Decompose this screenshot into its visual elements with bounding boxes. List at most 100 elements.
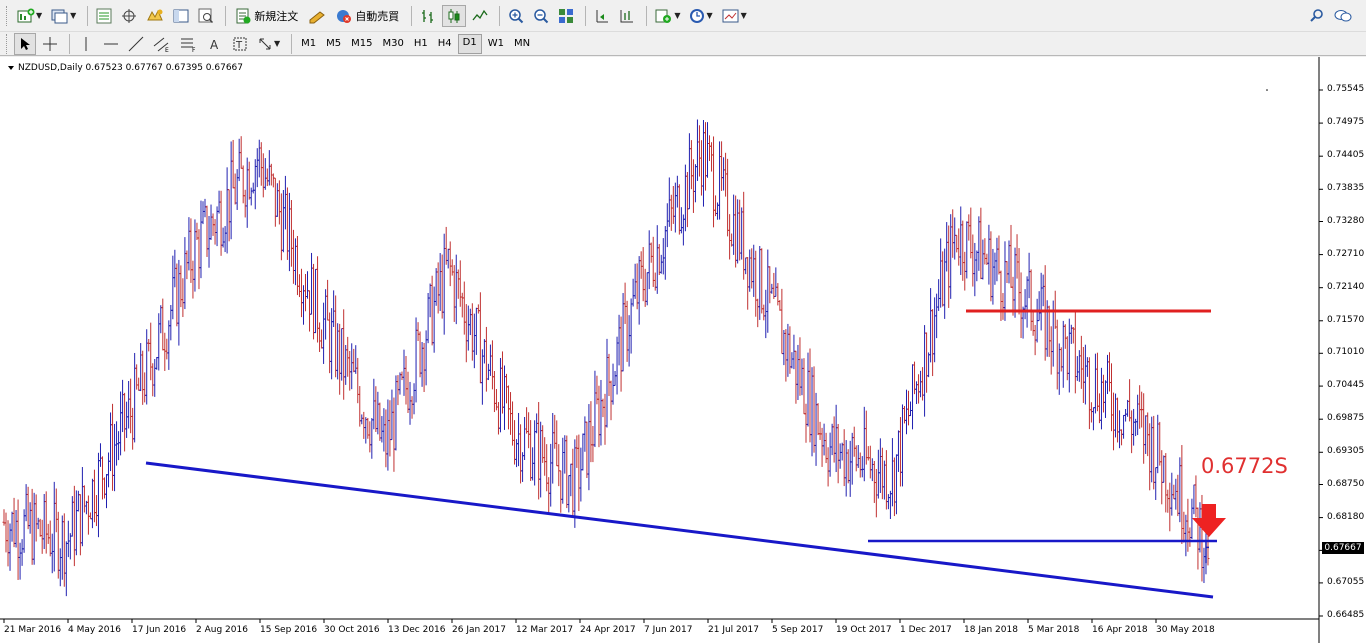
descending-support-trendline [145,461,1214,599]
fibonacci-icon[interactable]: F [177,33,201,55]
current-price-label: 0.67667 [1322,542,1364,554]
time-tick-label: 16 Apr 2018 [1092,625,1148,635]
separator [69,33,70,54]
price-tick-label: 0.66485 [1327,610,1365,620]
new-order-label: 新規注文 [254,9,299,23]
price-tick-label: 0.70445 [1327,380,1365,391]
price-tick-label: 0.69875 [1327,413,1365,424]
svg-text:F: F [192,47,196,52]
separator [87,5,89,26]
time-tick-label: 21 Jul 2017 [708,625,759,635]
timeframe-mn[interactable]: MN [510,35,534,53]
text-label-icon[interactable]: T [229,33,251,55]
timeframe-bar: M1 M5 M15 M30 H1 H4 D1 W1 MN [297,33,536,54]
drawing-toolbar: E F A T ▼ M1 M5 M15 M30 H1 H4 D1 W1 MN [0,32,1366,56]
line-chart-icon[interactable] [469,5,491,27]
templates-icon[interactable]: ▼ [719,5,750,27]
separator [411,5,413,26]
collapse-triangle-icon[interactable] [8,65,14,70]
timeframe-m30[interactable]: M30 [379,35,408,53]
tile-windows-icon[interactable] [555,5,577,27]
svg-text:A: A [210,38,219,51]
new-chart-icon[interactable]: ▼ [14,5,45,27]
profiles-icon[interactable]: ▼ [48,5,79,27]
time-tick-label: 5 Mar 2018 [1028,625,1080,635]
price-annotation: 0.6772S [1201,454,1288,478]
time-tick-label: 4 May 2016 [68,625,121,635]
separator [499,5,501,26]
time-tick-label: 13 Dec 2016 [388,625,446,635]
new-order-button[interactable]: 新規注文 [231,5,302,27]
price-tick-label: 0.68180 [1327,511,1365,522]
search-icon[interactable] [1306,5,1328,27]
timeframe-d1[interactable]: D1 [457,33,482,54]
zoom-out-icon[interactable] [530,5,552,27]
price-tick-label: 0.71570 [1327,314,1365,325]
time-tick-label: 24 Apr 2017 [580,625,636,635]
vertical-line-icon[interactable] [75,33,97,55]
time-tick-label: 5 Sep 2017 [772,625,824,635]
toolbar-grip[interactable] [6,5,10,26]
svg-text:E: E [165,47,169,52]
price-tick-label: 0.72710 [1327,248,1365,259]
price-tick-label: 0.74405 [1327,150,1365,161]
time-tick-label: 2 Aug 2016 [196,625,248,635]
navigator-icon[interactable] [143,5,167,27]
auto-trading-label: 自動売買 [355,9,400,23]
chart-canvas[interactable] [0,57,1366,643]
timeframe-m15[interactable]: M15 [347,35,376,53]
time-tick-label: 15 Sep 2016 [260,625,318,635]
separator [646,5,648,26]
chart-shift-icon[interactable] [591,5,613,27]
price-tick-label: 0.74975 [1327,117,1365,128]
timeframe-h1[interactable]: H1 [410,35,432,53]
zoom-in-icon[interactable] [505,5,527,27]
timeframe-w1[interactable]: W1 [484,35,508,53]
timeframe-h4[interactable]: H4 [434,35,456,53]
price-chart[interactable]: NZDUSD,Daily 0.67523 0.67767 0.67395 0.6… [0,57,1366,643]
timeframe-m1[interactable]: M1 [297,35,320,53]
toolbar-grip[interactable] [6,33,10,54]
market-watch-icon[interactable] [93,5,115,27]
periods-icon[interactable]: ▼ [686,5,715,27]
auto-trading-icon [337,9,352,23]
price-tick-label: 0.73280 [1327,215,1365,226]
search-area [1306,5,1358,27]
data-window-icon[interactable] [118,5,140,27]
time-tick-label: 19 Oct 2017 [836,625,892,635]
price-tick-label: 0.69305 [1327,446,1365,457]
timeframe-m5[interactable]: M5 [322,35,345,53]
time-tick-label: 30 Oct 2016 [324,625,380,635]
text-icon[interactable]: A [204,33,226,55]
cursor-icon[interactable] [14,32,36,55]
arrows-icon[interactable]: ▼ [254,33,283,55]
crosshair-icon[interactable] [39,33,61,55]
price-tick-label: 0.73835 [1327,183,1365,194]
down-arrow-icon [1192,504,1226,537]
new-order-icon [236,8,251,23]
chat-icon[interactable] [1331,5,1355,27]
equidistant-channel-icon[interactable]: E [150,33,174,55]
time-tick-label: 26 Jan 2017 [452,625,506,635]
auto-scroll-icon[interactable] [616,5,638,27]
strategy-tester-icon[interactable] [195,5,217,27]
terminal-icon[interactable] [170,5,192,27]
horizontal-line-icon[interactable] [100,33,122,55]
time-tick-label: 17 Jun 2016 [132,625,187,635]
time-tick-label: 30 May 2018 [1156,625,1215,635]
separator [585,5,587,26]
price-tick-label: 0.68750 [1327,478,1365,489]
price-tick-label: 0.67055 [1327,576,1365,587]
metaeditor-icon[interactable] [305,5,329,27]
separator [291,33,293,54]
price-tick-label: 0.75545 [1327,84,1365,94]
symbol-info: NZDUSD,Daily 0.67523 0.67767 0.67395 0.6… [18,63,244,73]
trendline-icon[interactable] [125,33,147,55]
candlestick-icon[interactable] [442,4,467,27]
bar-chart-icon[interactable] [417,5,439,27]
svg-text:T: T [235,40,243,51]
time-tick-label: 1 Dec 2017 [900,625,952,635]
indicators-icon[interactable]: ▼ [652,5,683,27]
auto-trading-button[interactable]: 自動売買 [332,5,403,27]
time-tick-label: 21 Mar 2016 [4,625,62,635]
